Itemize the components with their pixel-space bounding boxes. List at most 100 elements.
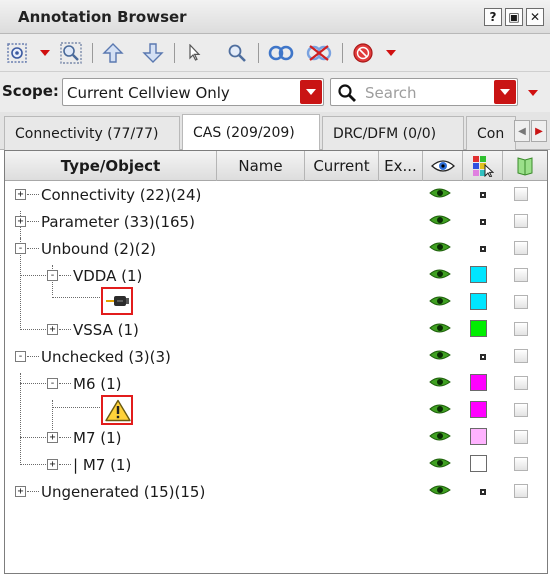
flag-checkbox[interactable] [514,349,528,363]
tab-connectivity[interactable]: Connectivity (77/77) [4,116,180,150]
collapse-toggle[interactable]: - [15,243,26,254]
help-button[interactable]: ? [484,8,502,26]
flag-checkbox[interactable] [514,268,528,282]
expand-toggle[interactable]: + [47,324,58,335]
tab-bar: Connectivity (77/77) CAS (209/209) DRC/D… [0,112,550,151]
column-expected[interactable]: Ex... [379,151,423,181]
expand-toggle[interactable]: + [15,189,26,200]
scope-select[interactable]: Current Cellview Only [62,78,324,106]
search-input[interactable]: Search [330,78,518,106]
close-button[interactable]: ✕ [526,8,544,26]
eye-icon[interactable] [429,456,451,472]
eye-icon[interactable] [429,294,451,310]
eye-icon[interactable] [429,483,451,499]
arrow-up-icon[interactable] [100,40,126,66]
color-swatch[interactable] [470,401,487,418]
tree-row-vssa[interactable]: + VSSA (1) [5,316,547,343]
column-visibility[interactable] [423,151,463,181]
probe-icon [106,296,129,306]
column-color[interactable] [463,151,503,181]
tree-row-ungenerated[interactable]: + Ungenerated (15)(15) [5,478,547,505]
tree-row-m6-annotation[interactable] [5,395,547,427]
expand-toggle[interactable]: + [15,216,26,227]
flag-checkbox[interactable] [514,484,528,498]
flag-checkbox[interactable] [514,457,528,471]
expand-toggle[interactable]: + [47,432,58,443]
color-swatch[interactable] [470,266,487,283]
magnifier-icon[interactable] [224,40,250,66]
flag-checkbox[interactable] [514,403,528,417]
tree-row-m6[interactable]: - M6 (1) [5,370,547,397]
color-swatch[interactable] [470,428,487,445]
options-dropdown-icon[interactable] [528,90,538,96]
eye-icon[interactable] [429,186,451,202]
tree-header: Type/Object Name Current Ex... [5,151,547,181]
pointer-icon[interactable] [184,40,206,66]
eye-icon[interactable] [429,402,451,418]
collapse-toggle[interactable]: - [15,351,26,362]
eye-icon[interactable] [429,267,451,283]
color-swatch[interactable] [470,293,487,310]
color-swatch[interactable] [470,455,487,472]
unlink-icon[interactable] [304,40,334,66]
arrow-down-icon[interactable] [140,40,166,66]
tree-row-vdda[interactable]: - VDDA (1) [5,262,547,289]
search-dropdown-button[interactable] [494,80,516,104]
color-marker[interactable] [480,246,486,252]
toolbar-separator [258,43,259,63]
flag-checkbox[interactable] [514,295,528,309]
tree-line [27,356,39,357]
collapse-toggle[interactable]: - [47,270,58,281]
annotation-highlight [101,287,133,315]
eye-icon[interactable] [429,213,451,229]
column-name[interactable]: Name [217,151,305,181]
tree-row-parameter[interactable]: + Parameter (33)(165) [5,208,547,235]
column-type-object[interactable]: Type/Object [5,151,217,181]
tab-scroll-left-button[interactable]: ◀ [514,120,530,142]
eye-icon[interactable] [429,375,451,391]
tree-line [20,383,46,384]
tree-row-m7-alt[interactable]: + | M7 (1) [5,451,547,478]
flag-checkbox[interactable] [514,376,528,390]
tree-item-label: VDDA (1) [73,267,143,285]
eye-icon[interactable] [429,348,451,364]
collapse-toggle[interactable]: - [47,378,58,389]
color-marker[interactable] [480,489,486,495]
float-button[interactable]: ▣ [505,8,523,26]
tree-row-m7[interactable]: + M7 (1) [5,424,547,451]
flag-checkbox[interactable] [514,241,528,255]
color-marker[interactable] [480,354,486,360]
zoom-select-icon[interactable] [58,40,84,66]
flag-checkbox[interactable] [514,430,528,444]
tree-row-unchecked[interactable]: - Unchecked (3)(3) [5,343,547,370]
color-swatch[interactable] [470,320,487,337]
tree-row-unbound[interactable]: - Unbound (2)(2) [5,235,547,262]
link-icon[interactable] [266,40,296,66]
scope-dropdown-button[interactable] [300,80,322,104]
eye-icon[interactable] [429,321,451,337]
tree-item-label: Unchecked (3)(3) [41,348,171,366]
flag-checkbox[interactable] [514,322,528,336]
stop-dropdown-button[interactable] [384,40,398,66]
probe-tool-icon[interactable] [4,40,30,66]
flag-checkbox[interactable] [514,214,528,228]
color-swatch[interactable] [470,374,487,391]
color-marker[interactable] [480,219,486,225]
tree-row-connectivity[interactable]: + Connectivity (22)(24) [5,181,547,208]
tab-drc-dfm[interactable]: DRC/DFM (0/0) [322,116,464,150]
color-marker[interactable] [480,192,486,198]
tree-line [59,275,71,276]
flag-checkbox[interactable] [514,187,528,201]
eye-icon[interactable] [429,429,451,445]
eye-icon[interactable] [429,240,451,256]
stop-icon[interactable] [350,40,376,66]
probe-dropdown-button[interactable] [38,40,52,66]
tab-scroll-right-button[interactable]: ▶ [531,120,547,142]
tab-con[interactable]: Con [466,116,516,150]
expand-toggle[interactable]: + [15,486,26,497]
tree-row-vdda-annotation[interactable] [5,287,547,318]
column-flag[interactable] [503,151,547,181]
column-current[interactable]: Current [305,151,379,181]
tab-cas[interactable]: CAS (209/209) [182,114,320,151]
expand-toggle[interactable]: + [47,459,58,470]
